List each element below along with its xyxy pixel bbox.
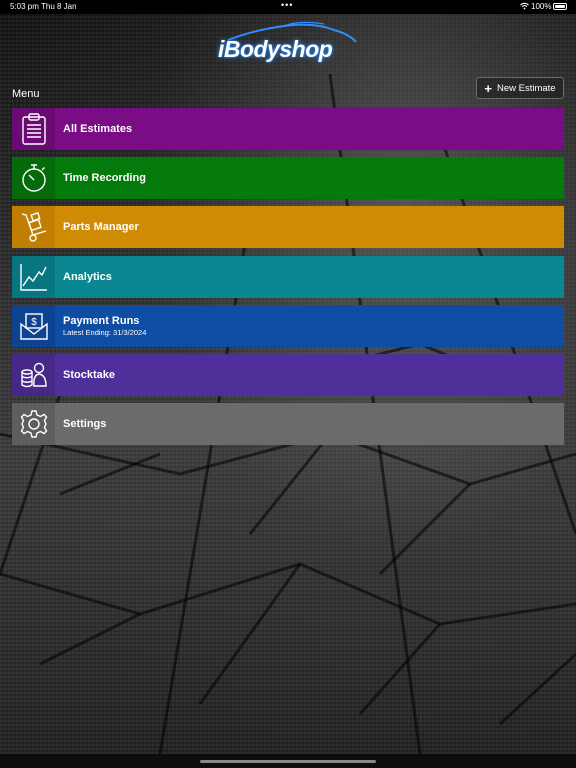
menu-item-payment-runs[interactable]: $ Payment Runs Latest Ending: 31/3/2024 [12, 304, 564, 347]
coins-person-icon [12, 353, 55, 396]
status-date: Thu 8 Jan [41, 2, 77, 11]
multitasking-dots[interactable]: ••• [281, 0, 293, 10]
status-bar: 5:03 pm Thu 8 Jan ••• 100% [0, 0, 576, 14]
menu-item-settings[interactable]: Settings [12, 403, 564, 446]
logo-text: iBodyshop [218, 36, 333, 62]
menu-item-sublabel: Latest Ending: 31/3/2024 [63, 327, 147, 337]
new-estimate-button[interactable]: + New Estimate [476, 77, 564, 99]
svg-text:$: $ [31, 317, 37, 328]
menu-item-parts-manager[interactable]: Parts Manager [12, 206, 564, 249]
menu-item-label: Analytics [63, 270, 112, 283]
line-chart-icon [12, 255, 55, 298]
menu-item-analytics[interactable]: Analytics [12, 255, 564, 298]
plus-icon: + [484, 80, 492, 96]
menu-list: All Estimates Time Recording Parts Manag… [12, 108, 564, 452]
battery-icon [553, 3, 567, 10]
menu-item-all-estimates[interactable]: All Estimates [12, 108, 564, 150]
hand-truck-icon [12, 206, 55, 249]
payment-envelope-icon: $ [12, 304, 55, 347]
clipboard-icon [12, 108, 55, 150]
new-estimate-label: New Estimate [496, 82, 556, 94]
menu-item-label: All Estimates [63, 123, 133, 135]
home-indicator[interactable] [200, 760, 376, 763]
menu-item-label: Time Recording [63, 172, 146, 185]
menu-item-label: Payment Runs [63, 314, 140, 327]
status-time: 5:03 pm [10, 2, 39, 11]
menu-item-time-recording[interactable]: Time Recording [12, 157, 564, 200]
gear-icon [12, 403, 55, 446]
menu-item-stocktake[interactable]: Stocktake [12, 353, 564, 396]
wifi-icon [520, 2, 529, 12]
stopwatch-icon [12, 157, 55, 200]
menu-item-label: Parts Manager [63, 221, 139, 234]
menu-item-label: Settings [63, 418, 107, 431]
menu-heading: Menu [12, 88, 40, 100]
app-logo: iBodyshop [214, 20, 364, 68]
battery-percent: 100% [531, 2, 552, 11]
menu-item-label: Stocktake [63, 368, 115, 381]
